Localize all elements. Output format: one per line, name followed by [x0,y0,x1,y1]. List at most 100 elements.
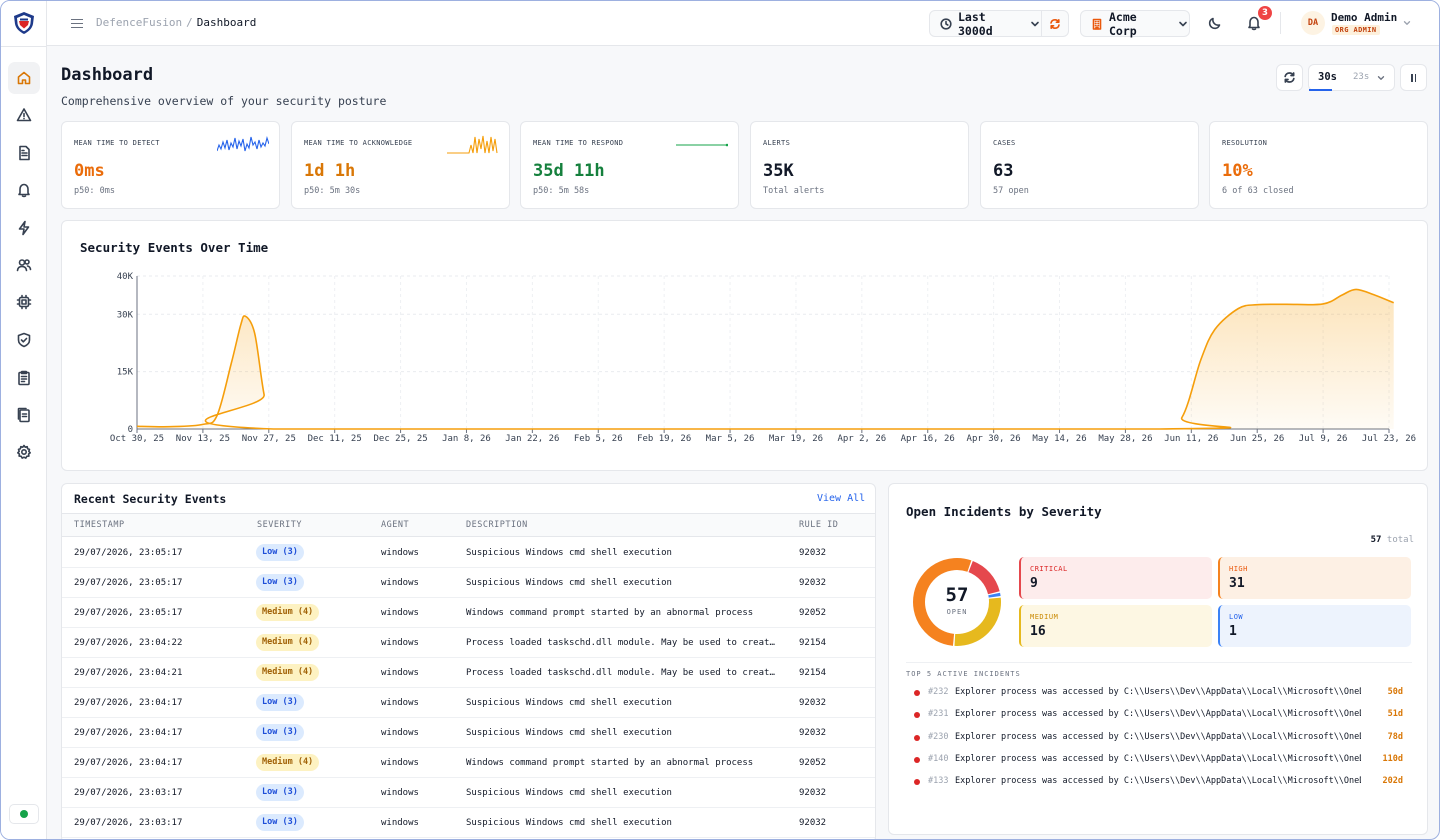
incident-age: 50d [1387,687,1403,697]
sidebar-item-settings[interactable] [8,436,40,468]
stat-subtext: p50: 5m 58s [533,186,590,196]
incidents-title: Open Incidents by Severity [906,504,1102,519]
severity-count: 9 [1030,576,1038,591]
y-tick-label: 30K [117,310,134,320]
warning-icon [16,108,32,122]
chevron-down-icon [1031,21,1040,26]
table-row[interactable]: 29/07/2026, 23:04:17 Medium (4) windows Win… [62,748,875,778]
severity-count: 1 [1229,624,1237,639]
table-row[interactable]: 29/07/2026, 23:04:21 Medium (4) windows Pro… [62,658,875,688]
x-tick-label: Dec 25, 25 [373,434,427,444]
stat-card[interactable]: CASES 63 57 open [980,121,1199,209]
sidebar-item-users[interactable] [8,249,40,281]
sidebar-item-reports[interactable] [8,137,40,169]
auto-refresh-interval-select[interactable]: 30s 23s [1308,64,1395,91]
x-tick-label: Feb 5, 26 [574,434,623,444]
incident-age: 110d [1382,753,1403,764]
cell-rule-id: 92052 [799,608,827,618]
events-over-time-chart[interactable]: 015K30K40KOct 30, 25 Nov 13, 25 Nov 27, 25… [62,221,1429,472]
column-header-agent[interactable]: AGENT [381,520,409,530]
severity-box-low[interactable]: LOW 1 [1218,605,1411,647]
incidents-total-value: 57 [1370,535,1382,545]
cell-description: Windows command prompt started by an abn… [466,758,754,768]
sidebar-item-security[interactable] [8,324,40,356]
column-header-description[interactable]: DESCRIPTION [466,520,528,530]
severity-dot-icon [914,779,920,786]
list-item[interactable]: #230 Explorer process was accessed by C:\… [914,731,1403,745]
sidebar-item-cases[interactable] [8,362,40,394]
column-header-rule-id[interactable]: RULE ID [799,520,838,530]
stat-card[interactable]: MEAN TIME TO RESPOND 35d 11h p50: 5m 58s [520,121,739,209]
refresh-button[interactable] [1276,64,1303,91]
cell-rule-id: 92032 [799,818,827,828]
cell-agent: windows [381,698,419,708]
cell-agent: windows [381,788,419,798]
stat-value: 0ms [74,161,105,181]
list-item[interactable]: #231 Explorer process was accessed by C:\… [914,708,1403,722]
bell-icon [18,183,30,198]
pause-button[interactable] [1400,64,1427,91]
breadcrumb-root[interactable]: DefenceFusion [96,16,182,29]
column-header-timestamp[interactable]: TIMESTAMP [74,520,125,530]
severity-label: MEDIUM [1030,613,1059,621]
stat-label: MEAN TIME TO ACKNOWLEDGE [304,139,413,147]
table-row[interactable]: 29/07/2026, 23:05:17 Medium (4) windows Win… [62,598,875,628]
table-row[interactable]: 29/07/2026, 23:05:17 Low (3) windows Suspic… [62,538,875,568]
sidebar-item-agents[interactable] [8,286,40,318]
view-all-link[interactable]: View All [817,493,865,504]
cell-timestamp: 29/07/2026, 23:03:17 [74,818,183,828]
x-tick-label: Dec 11, 25 [308,434,362,444]
x-tick-label: Nov 27, 25 [242,434,296,444]
time-range-refresh-button[interactable] [1041,11,1068,36]
sidebar-item-compliance[interactable] [8,399,40,431]
sidebar-item-notifications[interactable] [8,174,40,206]
stat-card[interactable]: ALERTS 35K Total alerts [750,121,969,209]
stat-value: 10% [1222,161,1253,181]
breadcrumb-current: Dashboard [196,16,257,29]
severity-box-medium[interactable]: MEDIUM 16 [1019,605,1212,647]
cell-agent: windows [381,818,419,828]
sidebar-item-automation[interactable] [8,212,40,244]
stat-card[interactable]: RESOLUTION 10% 6 of 63 closed [1209,121,1428,209]
moon-icon[interactable] [1207,15,1223,31]
avatar[interactable]: DA [1301,11,1325,35]
severity-box-critical[interactable]: CRITICAL 9 [1019,557,1212,599]
stat-subtext: 57 open [993,186,1029,196]
table-row[interactable]: 29/07/2026, 23:04:22 Medium (4) windows Pro… [62,628,875,658]
app-logo[interactable] [11,10,37,36]
breadcrumb-separator: / [186,16,193,29]
time-range-button[interactable]: Last 3000d [930,10,1041,38]
user-name[interactable]: Demo Admin [1331,11,1397,24]
incident-title: Explorer process was accessed by C:\\Use… [955,753,1361,764]
x-tick-label: Oct 30, 25 [110,434,164,444]
stat-card[interactable]: MEAN TIME TO ACKNOWLEDGE 1d 1h p50: 5m 30s [291,121,510,209]
incident-id: #231 [928,709,949,720]
list-item[interactable]: #140 Explorer process was accessed by C:\… [914,753,1403,767]
column-header-severity[interactable]: SEVERITY [257,520,302,530]
x-tick-label: Apr 30, 26 [967,434,1021,444]
table-row[interactable]: 29/07/2026, 23:03:17 Low (3) windows Suspic… [62,778,875,808]
connection-status[interactable] [9,804,39,824]
stat-value: 35K [763,161,794,181]
table-row[interactable]: 29/07/2026, 23:03:17 Low (3) windows Suspic… [62,808,875,838]
stat-subtext: p50: 0ms [74,186,115,196]
cell-rule-id: 92032 [799,728,827,738]
x-tick-label: May 14, 26 [1032,434,1086,444]
cell-description: Suspicious Windows cmd shell execution [466,728,672,738]
sidebar-item-alerts[interactable] [8,99,40,131]
list-item[interactable]: #133 Explorer process was accessed by C:\… [914,775,1403,789]
list-item[interactable]: #232 Explorer process was accessed by C:\… [914,686,1403,700]
table-row[interactable]: 29/07/2026, 23:04:17 Low (3) windows Suspic… [62,718,875,748]
severity-box-high[interactable]: HIGH 31 [1218,557,1411,599]
chevron-down-icon[interactable] [1402,18,1412,28]
table-row[interactable]: 29/07/2026, 23:05:17 Low (3) windows Suspic… [62,568,875,598]
refresh-countdown: 23s [1353,72,1370,82]
sidebar-item-home[interactable] [8,62,40,94]
org-selector[interactable]: Acme Corp [1080,10,1190,38]
menu-icon[interactable] [71,16,85,30]
notification-count-badge: 3 [1258,6,1272,20]
table-row[interactable]: 29/07/2026, 23:04:17 Low (3) windows Suspic… [62,688,875,718]
stat-card[interactable]: MEAN TIME TO DETECT 0ms p50: 0ms [61,121,280,209]
refresh-progress-bar [1309,89,1332,91]
cell-timestamp: 29/07/2026, 23:04:22 [74,638,183,648]
